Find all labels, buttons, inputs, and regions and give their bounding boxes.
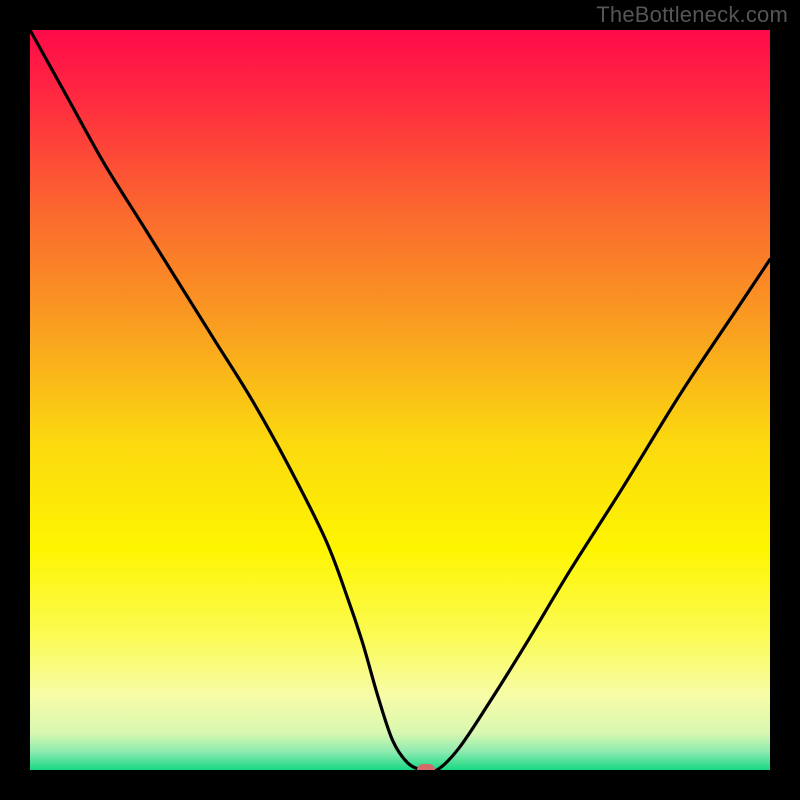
- chart-svg: [30, 30, 770, 770]
- chart-background: [30, 30, 770, 770]
- optimal-marker: [417, 764, 435, 770]
- plot-area: [30, 30, 770, 770]
- watermark-text: TheBottleneck.com: [596, 2, 788, 28]
- chart-frame: TheBottleneck.com: [0, 0, 800, 800]
